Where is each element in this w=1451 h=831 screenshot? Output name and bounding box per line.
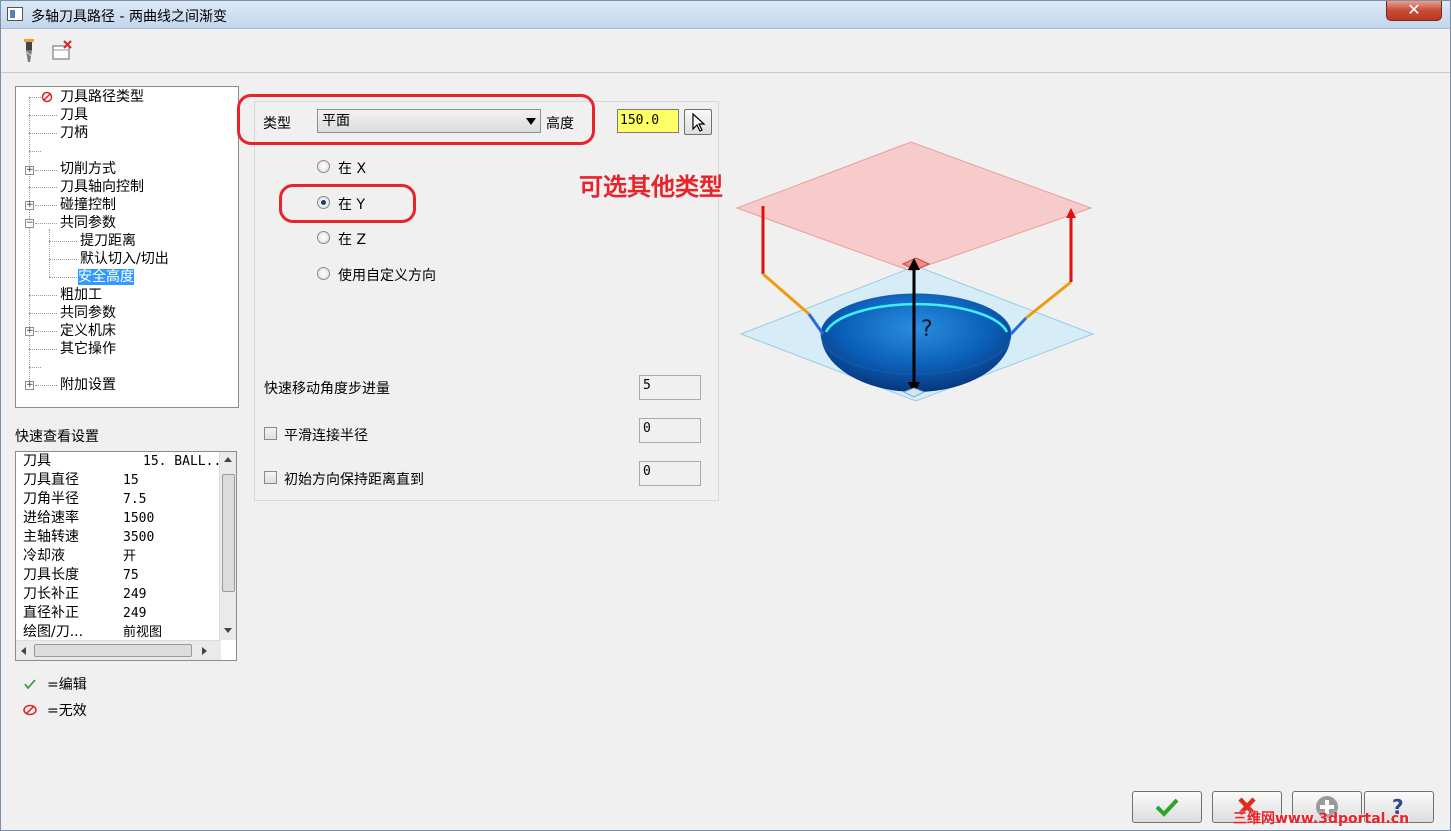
delete-icon [52, 40, 72, 60]
select-point-button[interactable] [684, 109, 712, 135]
check-icon [24, 679, 36, 690]
vertical-scrollbar[interactable] [219, 452, 236, 640]
scroll-up-icon[interactable] [224, 457, 232, 462]
quickview-list[interactable]: 刀具 15. BALL.. 刀具直径 15 刀角半径 7.5 进给速率 1500 主轴转… [15, 451, 237, 661]
horizontal-scrollbar[interactable] [16, 640, 221, 660]
smooth-radius-input[interactable]: 0 [639, 418, 701, 443]
collapse-icon[interactable]: − [25, 219, 34, 228]
keep-distance-input[interactable]: 0 [639, 461, 701, 486]
tree-item-collision-control[interactable]: 碰撞控制 [60, 196, 116, 214]
tree-item-default-lead-in-out[interactable]: 默认切入/切出 [80, 250, 169, 268]
close-button[interactable]: ✕ [1386, 1, 1442, 21]
scroll-thumb[interactable] [222, 474, 235, 592]
tree-item-tool-axis-control[interactable]: 刀具轴向控制 [60, 178, 144, 196]
toolbar [1, 29, 1450, 73]
radio-z[interactable] [317, 231, 330, 244]
scroll-thumb[interactable] [34, 644, 192, 657]
tree-item-roughing[interactable]: 粗加工 [60, 286, 102, 304]
scroll-right-icon[interactable] [202, 647, 207, 655]
tool-icon [24, 39, 34, 62]
window-title: 多轴刀具路径 - 两曲线之间渐变 [31, 9, 227, 25]
radio-z-label: 在 Z [338, 232, 367, 248]
scroll-down-icon[interactable] [224, 628, 232, 633]
ok-button[interactable] [1132, 791, 1202, 823]
safety-height-illustration: ? [735, 141, 1095, 402]
keep-distance-label: 初始方向保持距离直到 [284, 472, 424, 488]
invalid-icon [23, 704, 37, 716]
tree-item-additional-settings[interactable]: 附加设置 [60, 376, 116, 394]
smooth-radius-label: 平滑连接半径 [284, 428, 368, 444]
cursor-icon [692, 112, 706, 132]
tree-item-holder[interactable]: 刀柄 [60, 124, 88, 142]
legend-edit: =编辑 [47, 677, 87, 693]
radio-custom-direction[interactable] [317, 267, 330, 280]
annotation-text: 可选其他类型 [579, 173, 723, 201]
tree-item-tool[interactable]: 刀具 [60, 106, 88, 124]
radio-x-label: 在 X [338, 161, 367, 177]
delete-toolpath-button[interactable] [49, 37, 77, 65]
dialog-window: 多轴刀具路径 - 两曲线之间渐变 ✕ 刀具路径类型 刀具 刀柄 + 切削方式 刀… [0, 0, 1451, 831]
tree-item-retract-distance[interactable]: 提刀距离 [80, 232, 136, 250]
tree-item-toolpath-type[interactable]: 刀具路径类型 [60, 88, 144, 106]
scroll-left-icon[interactable] [21, 647, 26, 655]
tree-item-common-params[interactable]: 共同参数 [60, 214, 116, 232]
legend-invalid: =无效 [47, 703, 87, 719]
invalid-icon [41, 91, 53, 103]
title-bar[interactable]: 多轴刀具路径 - 两曲线之间渐变 ✕ [1, 1, 1450, 29]
expand-icon[interactable]: + [25, 166, 34, 175]
radio-custom-direction-label: 使用自定义方向 [338, 268, 436, 284]
keep-distance-checkbox[interactable] [264, 471, 277, 484]
smooth-radius-checkbox[interactable] [264, 427, 277, 440]
app-window-icon [7, 7, 23, 21]
height-input[interactable]: 150.0 [617, 109, 679, 133]
radio-x[interactable] [317, 160, 330, 173]
tree-item-common-params-2[interactable]: 共同参数 [60, 304, 116, 322]
annotation-oval-type [237, 94, 595, 145]
expand-icon[interactable]: + [25, 327, 34, 336]
annotation-oval-y [279, 184, 416, 223]
quickview-title: 快速查看设置 [15, 429, 99, 445]
svg-text:?: ? [921, 317, 933, 342]
tool-icon-button[interactable] [15, 37, 43, 65]
tree-item-define-machine[interactable]: 定义机床 [60, 322, 116, 340]
tree-item-other-ops[interactable]: 其它操作 [60, 340, 116, 358]
rapid-angle-step-label: 快速移动角度步进量 [264, 381, 390, 397]
expand-icon[interactable]: + [25, 381, 34, 390]
tree-item-safety-height[interactable]: 安全高度 [78, 268, 134, 286]
rapid-angle-step-input[interactable]: 5 [639, 375, 701, 400]
check-icon [1155, 798, 1179, 817]
expand-icon[interactable]: + [25, 201, 34, 210]
tree-item-cut-pattern[interactable]: 切削方式 [60, 160, 116, 178]
watermark-text: 三维网www.3dportal.cn [1233, 811, 1410, 827]
settings-tree[interactable]: 刀具路径类型 刀具 刀柄 + 切削方式 刀具轴向控制 + 碰撞控制 − 共同参数… [15, 86, 239, 408]
